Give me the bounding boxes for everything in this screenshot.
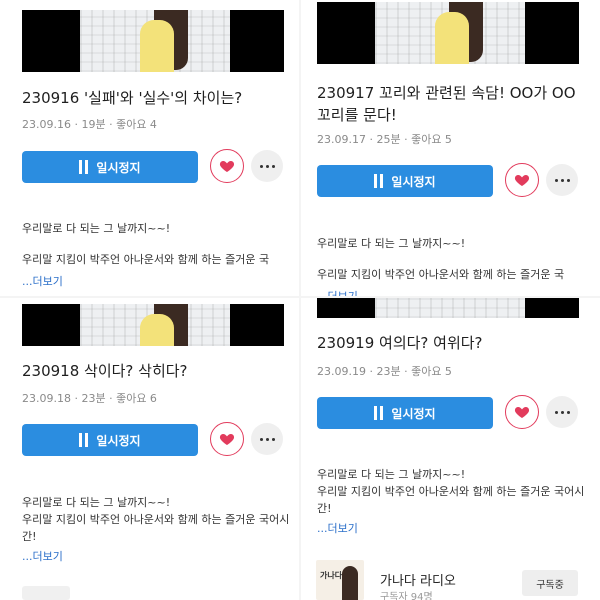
collage-divider-horizontal <box>0 296 600 298</box>
like-button[interactable] <box>505 395 539 429</box>
episode-description-line2: 우리말 지킴이 박주언 아나운서와 함께 하는 즐거운 국 <box>22 253 270 266</box>
more-link[interactable]: ...더보기 <box>22 273 63 289</box>
pause-label: 일시정지 <box>391 174 436 189</box>
more-dots-icon <box>259 164 263 168</box>
episode-description-line1: 우리말로 다 되는 그 날까지~~! <box>317 237 466 250</box>
more-link[interactable]: ...더보기 <box>317 288 358 296</box>
heart-icon <box>219 434 235 445</box>
episode-thumbnail[interactable] <box>317 2 579 64</box>
episode-description-line1: 우리말로 다 되는 그 날까지~~! <box>22 496 171 509</box>
episode-meta: 23.09.17 · 25분 · 좋아요 5 <box>317 133 452 146</box>
screenshot-collage: 230916 '실패'와 '실수'의 차이는? 23.09.16 · 19분 ·… <box>0 0 600 600</box>
pause-icon <box>79 160 89 174</box>
more-dots-icon <box>554 178 558 182</box>
more-dots-icon <box>554 410 558 414</box>
channel-name[interactable]: 가나다 라디오 <box>380 570 456 589</box>
channel-card[interactable]: 가나다 가나다 라디오 구독자 94명 구독중 <box>316 558 582 600</box>
more-link[interactable]: ...더보기 <box>317 520 358 536</box>
heart-icon <box>514 175 530 186</box>
channel-avatar-text: 가나다 <box>320 571 343 580</box>
pause-label: 일시정지 <box>391 406 436 421</box>
episode-title[interactable]: 230917 꼬리와 관련된 속담! OO가 OO꼬리를 문다! <box>317 82 585 126</box>
more-dots-icon <box>259 437 263 441</box>
pause-icon <box>374 174 384 188</box>
next-item-placeholder <box>22 586 70 600</box>
more-options-button[interactable] <box>251 423 283 455</box>
channel-subscribers: 구독자 94명 <box>380 592 433 600</box>
episode-title[interactable]: 230916 '실패'와 '실수'의 차이는? <box>22 87 290 109</box>
episode-description-line1: 우리말로 다 되는 그 날까지~~! <box>317 468 466 481</box>
episode-card-2: 230917 꼬리와 관련된 속담! OO가 OO꼬리를 문다! 23.09.1… <box>301 0 600 296</box>
episode-description-line2: 우리말 지킴이 박주언 아나운서와 함께 하는 즐거운 국 <box>317 268 565 281</box>
pause-button[interactable]: 일시정지 <box>317 165 493 197</box>
more-options-button[interactable] <box>251 150 283 182</box>
episode-thumbnail[interactable] <box>317 298 579 318</box>
episode-thumbnail[interactable] <box>22 10 284 72</box>
episode-description-line1: 우리말로 다 되는 그 날까지~~! <box>22 222 171 235</box>
pause-icon <box>374 406 384 420</box>
episode-card-1: 230916 '실패'와 '실수'의 차이는? 23.09.16 · 19분 ·… <box>0 0 299 296</box>
episode-card-3: 230918 삭이다? 삭히다? 23.09.18 · 23분 · 좋아요 6 … <box>0 298 299 600</box>
pause-button[interactable]: 일시정지 <box>22 151 198 183</box>
episode-description: 우리말 지킴이 박주언 아나운서와 함께 하는 즐거운 국어시간! <box>22 513 290 543</box>
heart-icon <box>514 407 530 418</box>
episode-meta: 23.09.16 · 19분 · 좋아요 4 <box>22 118 157 131</box>
channel-avatar[interactable]: 가나다 <box>316 560 364 600</box>
episode-description: 우리말 지킴이 박주언 아나운서와 함께 하는 즐거운 국어시간! <box>317 485 585 515</box>
more-options-button[interactable] <box>546 164 578 196</box>
more-link[interactable]: ...더보기 <box>22 548 63 564</box>
pause-button[interactable]: 일시정지 <box>22 424 198 456</box>
collage-divider-vertical <box>299 0 301 600</box>
episode-meta: 23.09.19 · 23분 · 좋아요 5 <box>317 365 452 378</box>
heart-icon <box>219 161 235 172</box>
episode-card-4: 230919 여의다? 여위다? 23.09.19 · 23분 · 좋아요 5 … <box>301 298 600 600</box>
more-options-button[interactable] <box>546 396 578 428</box>
pause-label: 일시정지 <box>96 160 141 175</box>
like-button[interactable] <box>210 422 244 456</box>
pause-label: 일시정지 <box>96 433 141 448</box>
subscribed-button[interactable]: 구독중 <box>522 570 578 596</box>
like-button[interactable] <box>505 163 539 197</box>
like-button[interactable] <box>210 149 244 183</box>
episode-meta: 23.09.18 · 23분 · 좋아요 6 <box>22 392 157 405</box>
episode-title[interactable]: 230918 삭이다? 삭히다? <box>22 360 290 382</box>
episode-thumbnail[interactable] <box>22 304 284 346</box>
pause-icon <box>79 433 89 447</box>
episode-title[interactable]: 230919 여의다? 여위다? <box>317 332 585 354</box>
pause-button[interactable]: 일시정지 <box>317 397 493 429</box>
